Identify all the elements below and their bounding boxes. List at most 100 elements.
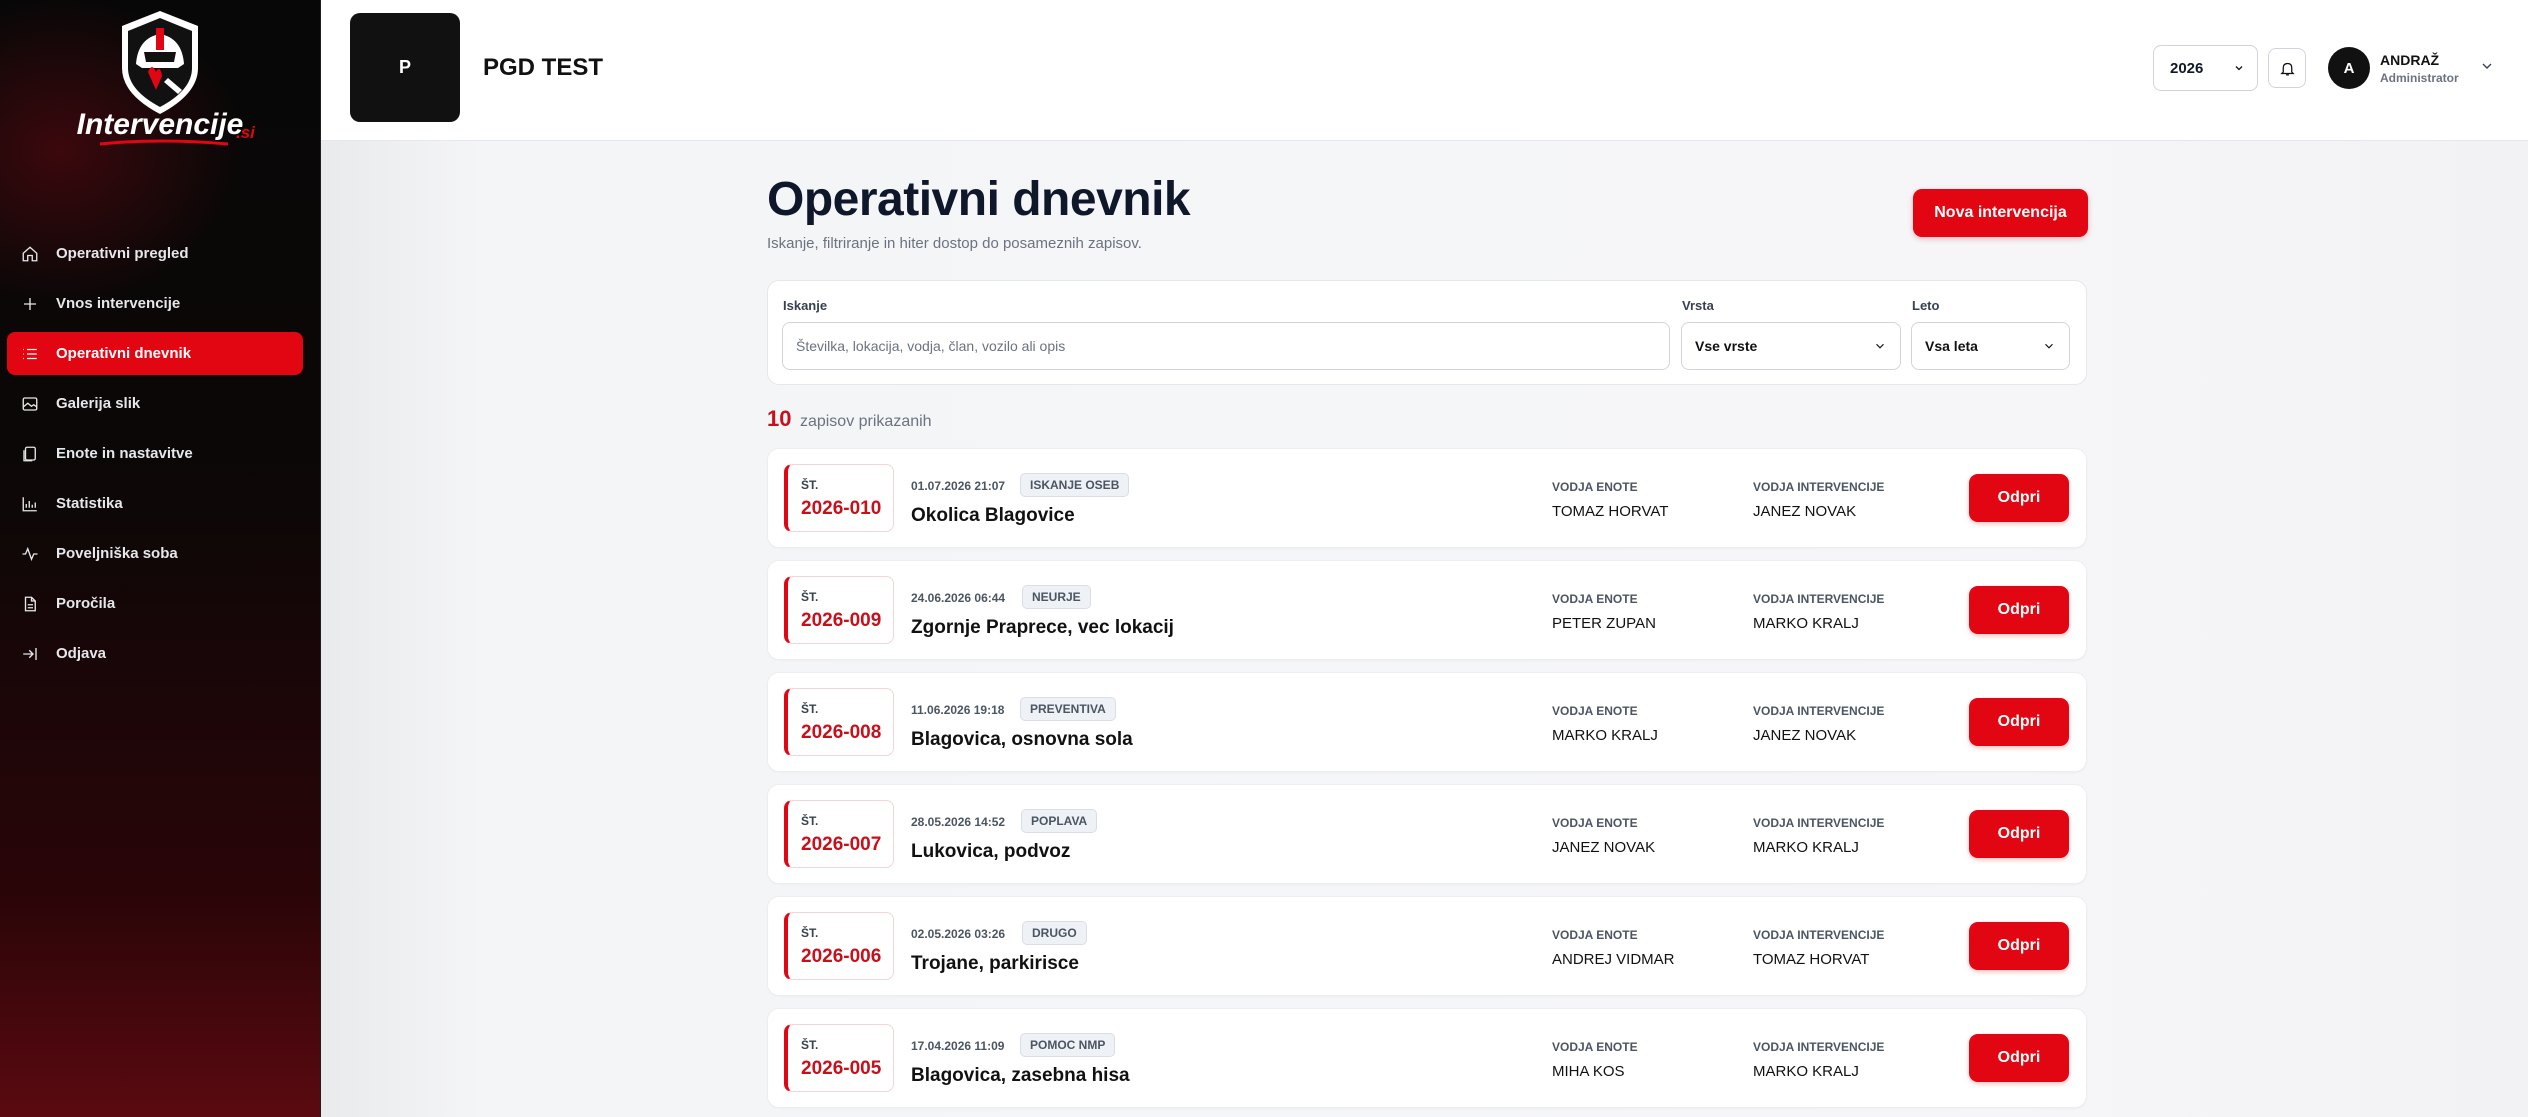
page-title: Operativni dnevnik: [767, 173, 1191, 226]
intervention-leader-value: JANEZ NOVAK: [1753, 503, 1857, 520]
new-intervention-button[interactable]: Nova intervencija: [1913, 189, 2088, 237]
record-row[interactable]: ŠT. 2026-006 02.05.2026 03:26 DRUGO Troj…: [767, 896, 2087, 996]
org-avatar[interactable]: P: [350, 13, 460, 122]
svg-text:.si: .si: [236, 123, 256, 142]
record-row[interactable]: ŠT. 2026-010 01.07.2026 21:07 ISKANJE OS…: [767, 448, 2087, 548]
sidebar-item-label: Poveljniška soba: [56, 545, 178, 562]
sidebar-item-galerija-slik[interactable]: Galerija slik: [7, 382, 303, 425]
sidebar-item-odjava[interactable]: Odjava: [7, 632, 303, 675]
main-content: Operativni dnevnik Iskanje, filtriranje …: [321, 141, 2528, 1117]
open-button[interactable]: Odpri: [1969, 698, 2069, 746]
chevron-down-icon: [2235, 66, 2243, 71]
sidebar-item-label: Operativni dnevnik: [56, 345, 192, 362]
record-row[interactable]: ŠT. 2026-005 17.04.2026 11:09 POMOC NMP …: [767, 1008, 2087, 1108]
intervention-leader-label: VODJA INTERVENCIJE: [1753, 480, 1885, 494]
sidebar-item-vnos-intervencije[interactable]: Vnos intervencije: [7, 282, 303, 325]
filter-panel: Iskanje Številka, lokacija, vodja, član,…: [767, 280, 2087, 385]
top-header: P PGD TEST 2026 A ANDRAŽ Administrator: [321, 0, 2528, 141]
sidebar-item-label: Enote in nastavitve: [56, 445, 193, 462]
record-datetime: 24.06.2026 06:44: [911, 591, 1006, 605]
record-number: 2026-009: [801, 610, 882, 631]
record-location: Trojane, parkirisce: [911, 953, 1079, 974]
results-count: 10 zapisov prikazanih: [767, 406, 932, 432]
sidebar-item-label: Operativni pregled: [56, 245, 189, 262]
list-icon: [21, 345, 39, 363]
sidebar-item-operativni-dnevnik[interactable]: Operativni dnevnik: [7, 332, 303, 375]
open-button[interactable]: Odpri: [1969, 1034, 2069, 1082]
record-number-box: ŠT. 2026-007: [784, 800, 894, 868]
year-select[interactable]: 2026: [2153, 45, 2258, 91]
unit-leader-label: VODJA ENOTE: [1552, 816, 1638, 830]
record-type-badge: NEURJE: [1022, 585, 1091, 609]
bell-icon: [2279, 62, 2295, 76]
sidebar-item-statistika[interactable]: Statistika: [7, 482, 303, 525]
unit-leader-label: VODJA ENOTE: [1552, 480, 1638, 494]
open-button[interactable]: Odpri: [1969, 922, 2069, 970]
intervencije-logo[interactable]: Intervencije .si: [60, 6, 260, 156]
record-row[interactable]: ŠT. 2026-007 28.05.2026 14:52 POPLAVA Lu…: [767, 784, 2087, 884]
year-filter-value: Vsa leta: [1925, 338, 1978, 354]
record-location: Zgornje Praprece, vec lokacij: [911, 617, 1174, 638]
user-menu-chevron[interactable]: [2479, 58, 2495, 79]
page-subtitle: Iskanje, filtriranje in hiter dostop do …: [767, 235, 1142, 252]
user-avatar[interactable]: A: [2328, 47, 2370, 89]
unit-leader-value: TOMAZ HORVAT: [1552, 503, 1669, 520]
chart-icon: [21, 495, 39, 513]
unit-leader-label: VODJA ENOTE: [1552, 928, 1638, 942]
year-filter-select[interactable]: Vsa leta: [1911, 322, 2070, 370]
home-icon: [21, 245, 39, 263]
record-number: 2026-008: [801, 722, 882, 743]
search-input[interactable]: Številka, lokacija, vodja, član, vozilo …: [782, 322, 1670, 370]
record-type-badge: POPLAVA: [1021, 809, 1098, 833]
unit-leader-value: PETER ZUPAN: [1552, 615, 1656, 632]
intervention-leader-label: VODJA INTERVENCIJE: [1753, 1040, 1885, 1054]
intervention-leader-label: VODJA INTERVENCIJE: [1753, 592, 1885, 606]
unit-leader-value: MARKO KRALJ: [1552, 727, 1658, 744]
unit-leader-label: VODJA ENOTE: [1552, 1040, 1638, 1054]
notifications-button[interactable]: [2268, 48, 2306, 88]
record-number-box: ŠT. 2026-010: [784, 464, 894, 532]
open-button[interactable]: Odpri: [1969, 810, 2069, 858]
record-number-prefix: ŠT.: [801, 478, 819, 492]
user-role: Administrator: [2380, 71, 2459, 85]
logout-icon: [21, 645, 39, 663]
user-name: ANDRAŽ: [2380, 52, 2440, 68]
unit-leader-label: VODJA ENOTE: [1552, 592, 1638, 606]
plus-icon: [21, 295, 39, 313]
record-type-badge: ISKANJE OSEB: [1020, 473, 1130, 497]
record-number: 2026-007: [801, 834, 882, 855]
intervention-leader-label: VODJA INTERVENCIJE: [1753, 816, 1885, 830]
record-datetime: 28.05.2026 14:52: [911, 815, 1006, 829]
type-select[interactable]: Vse vrste: [1681, 322, 1901, 370]
year-label: Leto: [1912, 298, 1940, 313]
sidebar-item-enote-in-nastavitve[interactable]: Enote in nastavitve: [7, 432, 303, 475]
record-datetime: 01.07.2026 21:07: [911, 479, 1006, 493]
record-number-prefix: ŠT.: [801, 926, 819, 940]
sidebar-item-operativni-pregled[interactable]: Operativni pregled: [7, 232, 303, 275]
record-number: 2026-006: [801, 946, 882, 967]
record-row[interactable]: ŠT. 2026-009 24.06.2026 06:44 NEURJE Zgo…: [767, 560, 2087, 660]
image-icon: [21, 395, 39, 413]
unit-leader-value: MIHA KOS: [1552, 1063, 1625, 1080]
record-number-box: ŠT. 2026-005: [784, 1024, 894, 1092]
chevron-down-icon: [1876, 343, 1884, 349]
sidebar-item-label: Vnos intervencije: [56, 295, 181, 312]
record-type-badge: DRUGO: [1022, 921, 1087, 945]
sidebar-item-label: Poročila: [56, 595, 116, 612]
sidebar-item-label: Statistika: [56, 495, 123, 512]
open-button[interactable]: Odpri: [1969, 474, 2069, 522]
sidebar-item-poveljniska-soba[interactable]: Poveljniška soba: [7, 532, 303, 575]
sidebar-item-porocila[interactable]: Poročila: [7, 582, 303, 625]
results-count-number: 10: [767, 406, 792, 431]
sidebar-item-label: Galerija slik: [56, 395, 141, 412]
record-row[interactable]: ŠT. 2026-008 11.06.2026 19:18 PREVENTIVA…: [767, 672, 2087, 772]
type-select-value: Vse vrste: [1695, 338, 1758, 354]
svg-text:Intervencije: Intervencije: [77, 108, 244, 141]
unit-leader-value: JANEZ NOVAK: [1552, 839, 1656, 856]
sidebar-item-label: Odjava: [56, 645, 107, 662]
intervention-leader-value: TOMAZ HORVAT: [1753, 951, 1870, 968]
record-location: Lukovica, podvoz: [911, 841, 1071, 862]
open-button[interactable]: Odpri: [1969, 586, 2069, 634]
sidebar: Intervencije .si Operativni pregled Vnos…: [0, 0, 321, 1117]
record-datetime: 17.04.2026 11:09: [911, 1039, 1005, 1053]
